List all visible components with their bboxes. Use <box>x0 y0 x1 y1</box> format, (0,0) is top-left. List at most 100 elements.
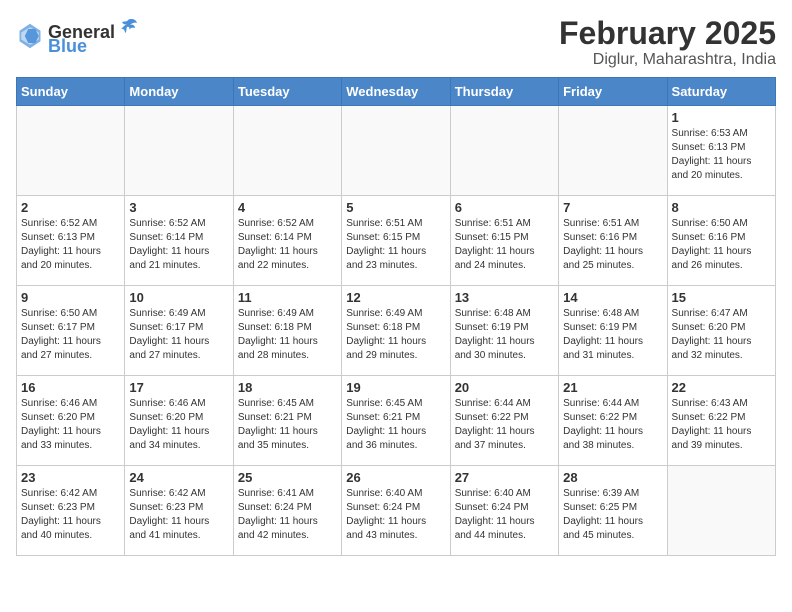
logo-icon <box>16 22 44 50</box>
day-info: Sunrise: 6:52 AM Sunset: 6:14 PM Dayligh… <box>238 217 337 273</box>
calendar-day-cell: 26 Sunrise: 6:40 AM Sunset: 6:24 PM Dayli… <box>342 466 450 556</box>
day-info: Sunrise: 6:44 AM Sunset: 6:22 PM Dayligh… <box>563 397 662 453</box>
day-info: Sunrise: 6:51 AM Sunset: 6:15 PM Dayligh… <box>455 217 554 273</box>
calendar-day-cell: 10Sunrise: 6:49 AM Sunset: 6:17 PM Dayli… <box>125 286 233 376</box>
day-number: 8 <box>672 200 771 215</box>
day-info: Sunrise: 6:49 AM Sunset: 6:18 PM Dayligh… <box>346 307 445 363</box>
calendar-week-row: 16 Sunrise: 6:46 AM Sunset: 6:20 PM Dayli… <box>17 376 776 466</box>
day-number: 25 <box>238 470 337 485</box>
calendar-day-cell: 5Sunrise: 6:51 AM Sunset: 6:15 PM Daylig… <box>342 196 450 286</box>
calendar-day-cell: 21 Sunrise: 6:44 AM Sunset: 6:22 PM Dayli… <box>559 376 667 466</box>
calendar-header-row: SundayMondayTuesdayWednesdayThursdayFrid… <box>17 78 776 106</box>
calendar-day-cell: 11Sunrise: 6:49 AM Sunset: 6:18 PM Dayli… <box>233 286 341 376</box>
day-info: Sunrise: 6:46 AM Sunset: 6:20 PM Dayligh… <box>129 397 228 453</box>
day-number: 26 <box>346 470 445 485</box>
calendar-day-cell: 7 Sunrise: 6:51 AM Sunset: 6:16 PM Daylig… <box>559 196 667 286</box>
day-info: Sunrise: 6:45 AM Sunset: 6:21 PM Dayligh… <box>238 397 337 453</box>
calendar-subtitle: Diglur, Maharashtra, India <box>559 51 776 69</box>
calendar-day-cell: 28 Sunrise: 6:39 AM Sunset: 6:25 PM Dayli… <box>559 466 667 556</box>
calendar-day-cell: 19 Sunrise: 6:45 AM Sunset: 6:21 PM Dayli… <box>342 376 450 466</box>
day-number: 3 <box>129 200 228 215</box>
weekday-header: Tuesday <box>233 78 341 106</box>
weekday-header: Monday <box>125 78 233 106</box>
day-number: 4 <box>238 200 337 215</box>
weekday-header: Saturday <box>667 78 775 106</box>
calendar-table: SundayMondayTuesdayWednesdayThursdayFrid… <box>16 77 776 556</box>
calendar-day-cell <box>450 106 558 196</box>
calendar-day-cell: 16 Sunrise: 6:46 AM Sunset: 6:20 PM Dayli… <box>17 376 125 466</box>
day-info: Sunrise: 6:44 AM Sunset: 6:22 PM Dayligh… <box>455 397 554 453</box>
day-number: 13 <box>455 290 554 305</box>
calendar-day-cell: 9Sunrise: 6:50 AM Sunset: 6:17 PM Daylig… <box>17 286 125 376</box>
calendar-day-cell: 6 Sunrise: 6:51 AM Sunset: 6:15 PM Daylig… <box>450 196 558 286</box>
day-info: Sunrise: 6:39 AM Sunset: 6:25 PM Dayligh… <box>563 487 662 543</box>
calendar-day-cell <box>342 106 450 196</box>
calendar-day-cell: 1 Sunrise: 6:53 AM Sunset: 6:13 PM Daylig… <box>667 106 775 196</box>
calendar-day-cell: 14 Sunrise: 6:48 AM Sunset: 6:19 PM Dayli… <box>559 286 667 376</box>
day-number: 18 <box>238 380 337 395</box>
calendar-day-cell: 25 Sunrise: 6:41 AM Sunset: 6:24 PM Dayli… <box>233 466 341 556</box>
calendar-week-row: 2Sunrise: 6:52 AM Sunset: 6:13 PM Daylig… <box>17 196 776 286</box>
day-number: 27 <box>455 470 554 485</box>
day-number: 16 <box>21 380 120 395</box>
calendar-day-cell <box>233 106 341 196</box>
calendar-day-cell: 13 Sunrise: 6:48 AM Sunset: 6:19 PM Dayli… <box>450 286 558 376</box>
logo: General Blue <box>16 16 139 55</box>
day-number: 2 <box>21 200 120 215</box>
logo-text: General Blue <box>48 16 139 55</box>
calendar-day-cell: 2Sunrise: 6:52 AM Sunset: 6:13 PM Daylig… <box>17 196 125 286</box>
calendar-day-cell: 3 Sunrise: 6:52 AM Sunset: 6:14 PM Daylig… <box>125 196 233 286</box>
calendar-week-row: 23 Sunrise: 6:42 AM Sunset: 6:23 PM Dayli… <box>17 466 776 556</box>
day-info: Sunrise: 6:50 AM Sunset: 6:16 PM Dayligh… <box>672 217 771 273</box>
day-info: Sunrise: 6:48 AM Sunset: 6:19 PM Dayligh… <box>563 307 662 363</box>
day-info: Sunrise: 6:48 AM Sunset: 6:19 PM Dayligh… <box>455 307 554 363</box>
day-number: 6 <box>455 200 554 215</box>
day-number: 21 <box>563 380 662 395</box>
day-number: 28 <box>563 470 662 485</box>
day-info: Sunrise: 6:49 AM Sunset: 6:18 PM Dayligh… <box>238 307 337 363</box>
day-info: Sunrise: 6:45 AM Sunset: 6:21 PM Dayligh… <box>346 397 445 453</box>
day-info: Sunrise: 6:52 AM Sunset: 6:14 PM Dayligh… <box>129 217 228 273</box>
day-number: 20 <box>455 380 554 395</box>
calendar-day-cell: 18 Sunrise: 6:45 AM Sunset: 6:21 PM Dayli… <box>233 376 341 466</box>
day-number: 14 <box>563 290 662 305</box>
calendar-day-cell: 17 Sunrise: 6:46 AM Sunset: 6:20 PM Dayli… <box>125 376 233 466</box>
day-number: 10 <box>129 290 228 305</box>
calendar-day-cell <box>559 106 667 196</box>
day-number: 9 <box>21 290 120 305</box>
day-info: Sunrise: 6:42 AM Sunset: 6:23 PM Dayligh… <box>21 487 120 543</box>
calendar-day-cell: 20 Sunrise: 6:44 AM Sunset: 6:22 PM Dayli… <box>450 376 558 466</box>
calendar-day-cell: 8 Sunrise: 6:50 AM Sunset: 6:16 PM Daylig… <box>667 196 775 286</box>
day-number: 17 <box>129 380 228 395</box>
calendar-day-cell: 15Sunrise: 6:47 AM Sunset: 6:20 PM Dayli… <box>667 286 775 376</box>
day-info: Sunrise: 6:51 AM Sunset: 6:16 PM Dayligh… <box>563 217 662 273</box>
day-info: Sunrise: 6:46 AM Sunset: 6:20 PM Dayligh… <box>21 397 120 453</box>
logo-bird-icon <box>117 16 139 38</box>
day-number: 7 <box>563 200 662 215</box>
calendar-week-row: 1 Sunrise: 6:53 AM Sunset: 6:13 PM Daylig… <box>17 106 776 196</box>
day-info: Sunrise: 6:51 AM Sunset: 6:15 PM Dayligh… <box>346 217 445 273</box>
day-number: 24 <box>129 470 228 485</box>
calendar-day-cell: 4 Sunrise: 6:52 AM Sunset: 6:14 PM Daylig… <box>233 196 341 286</box>
calendar-day-cell <box>667 466 775 556</box>
day-info: Sunrise: 6:47 AM Sunset: 6:20 PM Dayligh… <box>672 307 771 363</box>
page-header: General Blue February 2025 Diglur, Mahar… <box>16 16 776 69</box>
calendar-day-cell: 22Sunrise: 6:43 AM Sunset: 6:22 PM Dayli… <box>667 376 775 466</box>
day-info: Sunrise: 6:40 AM Sunset: 6:24 PM Dayligh… <box>455 487 554 543</box>
calendar-day-cell: 27 Sunrise: 6:40 AM Sunset: 6:24 PM Dayli… <box>450 466 558 556</box>
day-number: 19 <box>346 380 445 395</box>
day-number: 23 <box>21 470 120 485</box>
calendar-day-cell <box>125 106 233 196</box>
title-area: February 2025 Diglur, Maharashtra, India <box>559 16 776 69</box>
weekday-header: Sunday <box>17 78 125 106</box>
day-info: Sunrise: 6:40 AM Sunset: 6:24 PM Dayligh… <box>346 487 445 543</box>
calendar-week-row: 9Sunrise: 6:50 AM Sunset: 6:17 PM Daylig… <box>17 286 776 376</box>
calendar-day-cell: 12 Sunrise: 6:49 AM Sunset: 6:18 PM Dayli… <box>342 286 450 376</box>
day-info: Sunrise: 6:43 AM Sunset: 6:22 PM Dayligh… <box>672 397 771 453</box>
weekday-header: Friday <box>559 78 667 106</box>
calendar-day-cell <box>17 106 125 196</box>
day-info: Sunrise: 6:41 AM Sunset: 6:24 PM Dayligh… <box>238 487 337 543</box>
day-number: 1 <box>672 110 771 125</box>
day-number: 12 <box>346 290 445 305</box>
day-info: Sunrise: 6:53 AM Sunset: 6:13 PM Dayligh… <box>672 127 771 183</box>
